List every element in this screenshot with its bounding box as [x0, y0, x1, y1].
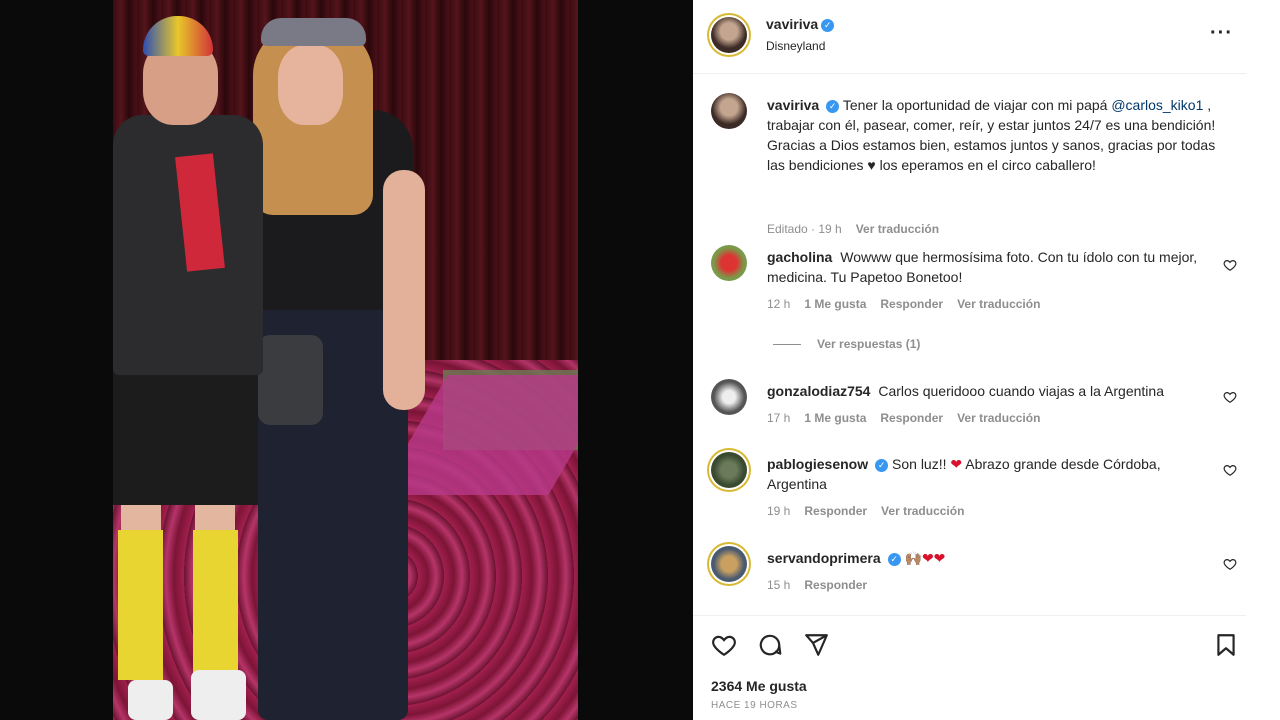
comment-meta: 19 h Responder Ver traducción — [767, 504, 978, 518]
commenter-avatar[interactable] — [711, 546, 747, 582]
yellow-sock-right — [193, 530, 238, 680]
heart-icon[interactable] — [711, 632, 737, 658]
woman-arm — [383, 170, 425, 410]
bookmark-icon[interactable] — [1213, 632, 1239, 658]
post-header: vaviriva ✓ Disneyland ··· — [693, 0, 1246, 74]
paper-plane-icon[interactable] — [803, 632, 829, 658]
caption-avatar[interactable] — [711, 93, 747, 129]
more-options-icon[interactable]: ··· — [1210, 22, 1233, 45]
verified-badge-icon: ✓ — [875, 459, 889, 472]
commenter-avatar[interactable] — [711, 379, 747, 415]
caption-translate-link[interactable]: Ver traducción — [856, 222, 939, 236]
caption-part3: los eperamos en el circo caballero! — [879, 157, 1096, 173]
post-timestamp: HACE 19 HORAS — [711, 700, 798, 711]
shoe-right — [191, 670, 246, 720]
comment-text: gacholina Wowww que hermosísima foto. Co… — [767, 247, 1222, 287]
comment-like-count[interactable]: 1 Me gusta — [804, 411, 866, 425]
comment-time: 17 h — [767, 411, 791, 425]
comment-translate-link[interactable]: Ver traducción — [881, 504, 964, 518]
post-side-panel: vaviriva ✓ Disneyland ··· vaviriva ✓ Tener… — [693, 0, 1246, 720]
caption-mention-link[interactable]: @carlos_kiko1 — [1111, 97, 1203, 113]
commenter-username[interactable]: servandoprimera — [767, 550, 881, 566]
like-comment-heart-icon[interactable] — [1223, 557, 1237, 571]
like-comment-heart-icon[interactable] — [1223, 463, 1237, 477]
comment-time: 12 h — [767, 297, 791, 311]
comment-like-count[interactable]: 1 Me gusta — [804, 297, 866, 311]
commenter-avatar[interactable] — [711, 245, 747, 281]
post-location[interactable]: Disneyland — [766, 39, 825, 53]
caption-heart-emoji: ♥ — [867, 157, 876, 173]
comment-meta: 17 h 1 Me gusta Responder Ver traducción — [767, 411, 1054, 425]
comment-icon[interactable] — [757, 632, 783, 658]
shoe-left — [128, 680, 173, 720]
comment-translate-link[interactable]: Ver traducción — [957, 411, 1040, 425]
comment-body: Carlos queridooo cuando viajas a la Arge… — [878, 383, 1164, 399]
yellow-sock-left — [118, 530, 163, 680]
caption-edited-time: Editado · 19 h — [767, 222, 842, 236]
commenter-username[interactable]: gonzalodiaz754 — [767, 383, 870, 399]
comment-text: pablogiesenow ✓ Son luz!! ❤ Abrazo grande… — [767, 454, 1222, 494]
caption-username[interactable]: vaviriva — [767, 97, 819, 113]
verified-badge-icon: ✓ — [826, 100, 840, 113]
like-comment-heart-icon[interactable] — [1223, 390, 1237, 404]
comments-list: vaviriva ✓ Tener la oportunidad de viajar… — [693, 75, 1246, 615]
view-replies-link[interactable]: Ver respuestas (1) — [773, 337, 920, 351]
woman-bandana — [261, 18, 366, 46]
raised-hands-emoji: 🙌🏽 — [904, 550, 922, 566]
reply-link[interactable]: Responder — [880, 411, 943, 425]
post-photo[interactable] — [113, 0, 578, 720]
comment-time: 19 h — [767, 504, 791, 518]
caption-text: vaviriva ✓ Tener la oportunidad de viajar… — [767, 95, 1222, 175]
post-media-area — [0, 0, 693, 720]
comment-text: gonzalodiaz754 Carlos queridooo cuando v… — [767, 381, 1222, 401]
reply-link[interactable]: Responder — [880, 297, 943, 311]
verified-badge-icon: ✓ — [887, 553, 901, 566]
comment-translate-link[interactable]: Ver traducción — [957, 297, 1040, 311]
man-shorts — [113, 370, 258, 505]
verified-badge-icon: ✓ — [821, 19, 835, 32]
comment-meta: 15 h Responder — [767, 578, 881, 592]
red-heart-emoji: ❤❤ — [921, 550, 946, 566]
commenter-username[interactable]: gacholina — [767, 249, 832, 265]
header-user: vaviriva ✓ — [766, 16, 835, 34]
likes-count[interactable]: 2364 Me gusta — [711, 678, 807, 694]
comment-meta: 12 h 1 Me gusta Responder Ver traducción — [767, 297, 1054, 311]
comment-time: 15 h — [767, 578, 791, 592]
author-username[interactable]: vaviriva — [766, 16, 818, 32]
reply-link[interactable]: Responder — [804, 578, 867, 592]
like-comment-heart-icon[interactable] — [1223, 258, 1237, 272]
red-heart-emoji: ❤ — [950, 456, 963, 472]
author-avatar[interactable] — [711, 17, 747, 53]
reply-link[interactable]: Responder — [804, 504, 867, 518]
woman-face — [278, 45, 343, 125]
right-margin — [1246, 0, 1280, 720]
caption-meta: Editado · 19 h Ver traducción — [767, 222, 953, 236]
caption-part1: Tener la oportunidad de viajar con mi pa… — [842, 97, 1108, 113]
waist-bag — [258, 335, 323, 425]
commenter-username[interactable]: pablogiesenow — [767, 456, 868, 472]
commenter-avatar[interactable] — [711, 452, 747, 488]
comment-text: servandoprimera ✓ 🙌🏽❤❤ — [767, 548, 1222, 568]
comment-body-part1: Son luz!! — [892, 456, 947, 472]
